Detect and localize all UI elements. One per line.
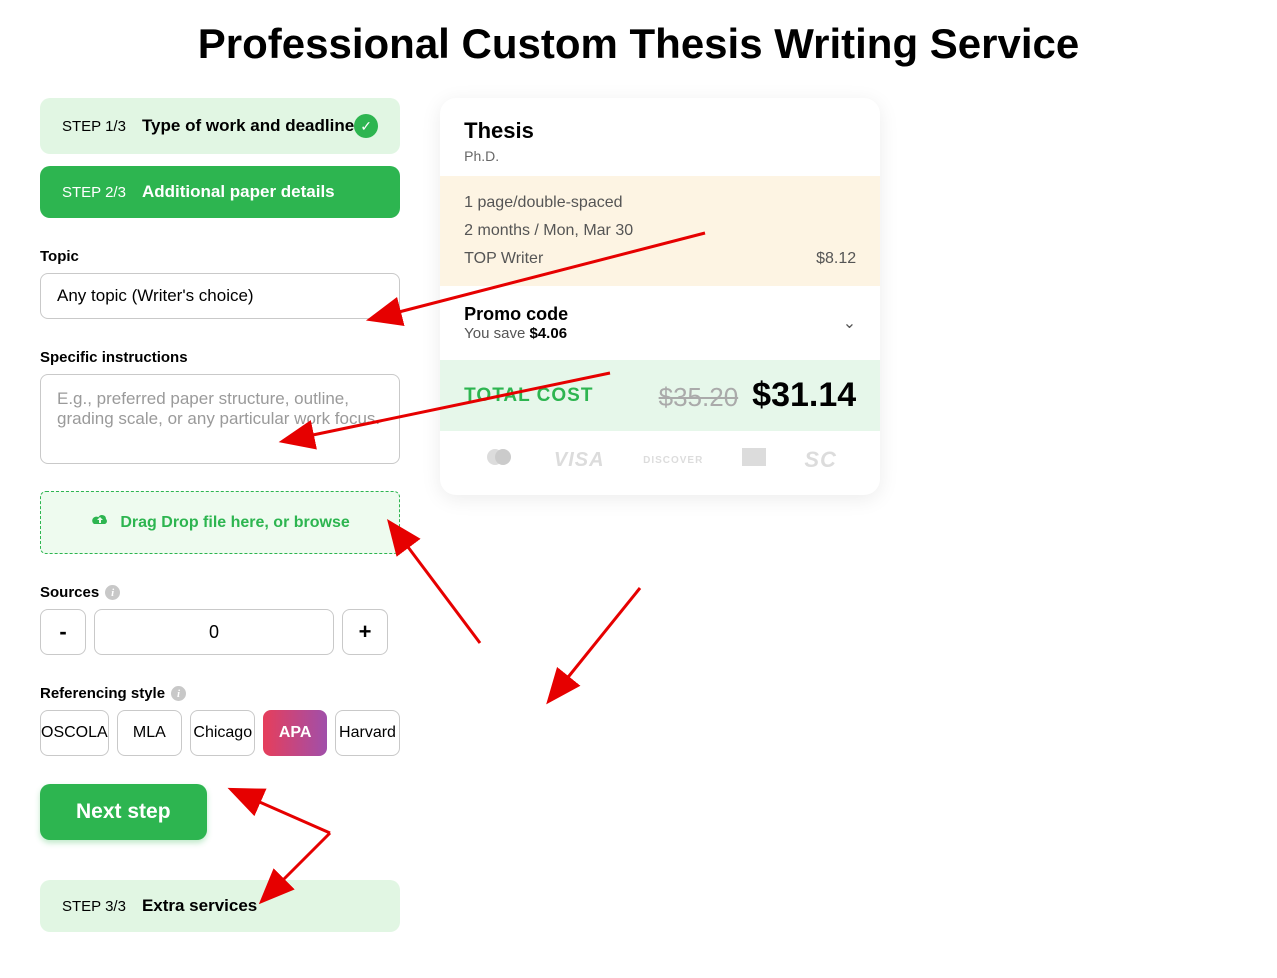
topic-label: Topic (40, 248, 400, 265)
step-3-label: Extra services (142, 896, 257, 916)
check-icon: ✓ (354, 114, 378, 138)
refstyle-apa-button[interactable]: APA (263, 710, 326, 756)
promo-label: Promo code (464, 304, 568, 325)
chevron-down-icon: ⌄ (843, 313, 856, 333)
step-3-num: STEP 3/3 (62, 898, 126, 915)
refstyle-mla-button[interactable]: MLA (117, 710, 182, 756)
total-label: TOTAL COST (464, 385, 593, 407)
step-2-label: Additional paper details (142, 182, 335, 202)
topic-input[interactable] (40, 273, 400, 319)
step-1-num: STEP 1/3 (62, 118, 126, 135)
sources-minus-button[interactable]: - (40, 609, 86, 655)
page-title: Professional Custom Thesis Writing Servi… (40, 20, 1237, 68)
refstyle-oscola-button[interactable]: OSCOLA (40, 710, 109, 756)
dropzone-text: Drag Drop file here, or browse (120, 514, 349, 532)
cloud-upload-icon (90, 512, 110, 533)
info-icon: i (105, 585, 120, 600)
refstyle-chicago-button[interactable]: Chicago (190, 710, 255, 756)
summary-level: Ph.D. (464, 148, 856, 164)
summary-pages: 1 page/double-spaced (464, 194, 622, 212)
payment-methods: VISA DISCOVER SC (440, 431, 880, 495)
total-new-price: $31.14 (752, 376, 856, 415)
amex-icon (742, 448, 766, 472)
step-3-bar[interactable]: STEP 3/3 Extra services (40, 880, 400, 932)
summary-deadline: 2 months / Mon, Mar 30 (464, 222, 633, 240)
summary-title: Thesis (464, 118, 856, 144)
order-summary-card: Thesis Ph.D. 1 page/double-spaced 2 mont… (440, 98, 880, 495)
sources-label: Sources i (40, 584, 400, 601)
promo-save: You save $4.06 (464, 325, 568, 342)
step-1-bar[interactable]: STEP 1/3 Type of work and deadline ✓ (40, 98, 400, 154)
instructions-label: Specific instructions (40, 349, 400, 366)
total-old-price: $35.20 (659, 382, 739, 413)
promo-code-toggle[interactable]: Promo code You save $4.06 ⌄ (440, 286, 880, 360)
step-2-bar: STEP 2/3 Additional paper details (40, 166, 400, 218)
summary-writer-label: TOP Writer (464, 250, 543, 268)
step-1-label: Type of work and deadline (142, 116, 354, 136)
summary-writer-price: $8.12 (816, 250, 856, 268)
file-dropzone[interactable]: Drag Drop file here, or browse (40, 491, 400, 554)
sources-plus-button[interactable]: + (342, 609, 388, 655)
visa-icon: VISA (554, 449, 605, 472)
refstyle-harvard-button[interactable]: Harvard (335, 710, 400, 756)
next-step-button[interactable]: Next step (40, 784, 207, 840)
refstyle-label: Referencing style i (40, 685, 400, 702)
discover-icon: DISCOVER (643, 455, 703, 466)
info-icon: i (171, 686, 186, 701)
instructions-textarea[interactable] (40, 374, 400, 464)
mastercard-icon (483, 447, 515, 473)
sc-icon: SC (804, 447, 837, 473)
step-2-num: STEP 2/3 (62, 184, 126, 201)
sources-input[interactable] (94, 609, 334, 655)
